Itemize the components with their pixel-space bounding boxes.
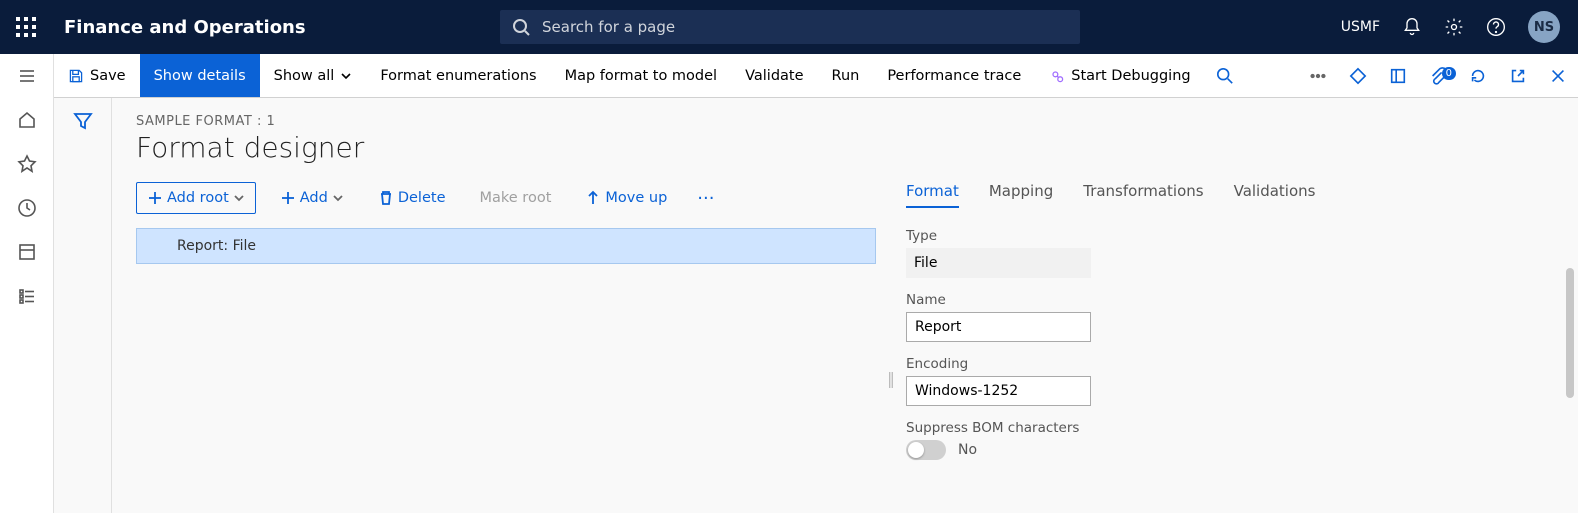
map-format-button[interactable]: Map format to model (551, 54, 732, 97)
add-root-button[interactable]: Add root (136, 182, 256, 214)
bell-icon[interactable] (1402, 17, 1422, 37)
close-icon (1549, 67, 1567, 85)
attachments-button[interactable]: 0 (1418, 67, 1458, 85)
field-encoding: Encoding (906, 356, 1544, 406)
tree-panel: Add root Add Delete Make root (136, 182, 876, 474)
encoding-input[interactable] (906, 376, 1091, 406)
scrollbar[interactable] (1566, 268, 1574, 398)
breadcrumb: SAMPLE FORMAT : 1 (136, 114, 1554, 129)
close-button[interactable] (1538, 67, 1578, 85)
filter-icon[interactable] (72, 110, 94, 132)
company-code[interactable]: USMF (1341, 19, 1380, 35)
add-button[interactable]: Add (270, 182, 354, 214)
command-bar: Save Show details Show all Format enumer… (0, 54, 1578, 98)
plus-icon (147, 190, 163, 206)
workspaces-icon[interactable] (17, 242, 37, 262)
hamburger-icon[interactable] (17, 66, 37, 86)
tab-mapping[interactable]: Mapping (989, 176, 1053, 208)
encoding-label: Encoding (906, 356, 1544, 372)
trash-icon (378, 190, 394, 206)
header-right: USMF NS (1341, 11, 1568, 43)
gear-icon[interactable] (1444, 17, 1464, 37)
bom-value: No (958, 442, 977, 458)
show-details-label: Show details (154, 68, 246, 84)
delete-button[interactable]: Delete (368, 182, 456, 214)
tree-more-button[interactable]: ··· (691, 188, 720, 209)
chevron-down-icon (340, 70, 352, 82)
search-icon (1216, 67, 1234, 85)
star-icon[interactable] (17, 154, 37, 174)
save-button[interactable]: Save (54, 54, 140, 97)
more-button[interactable] (1298, 67, 1338, 85)
attachments-badge: 0 (1442, 67, 1456, 80)
refresh-button[interactable] (1458, 67, 1498, 85)
bom-toggle[interactable] (906, 440, 946, 460)
performance-trace-button[interactable]: Performance trace (873, 54, 1035, 97)
refresh-icon (1469, 67, 1487, 85)
avatar[interactable]: NS (1528, 11, 1560, 43)
search-placeholder: Search for a page (542, 18, 675, 36)
save-icon (68, 68, 84, 84)
make-root-button: Make root (470, 182, 562, 214)
top-header: Finance and Operations Search for a page… (0, 0, 1578, 54)
chevron-down-icon (332, 192, 344, 204)
modules-icon[interactable] (17, 286, 37, 306)
more-icon (1309, 67, 1327, 85)
name-label: Name (906, 292, 1544, 308)
tab-format[interactable]: Format (906, 176, 959, 208)
search-icon (512, 18, 530, 36)
move-up-button[interactable]: Move up (575, 182, 677, 214)
home-icon[interactable] (17, 110, 37, 130)
main: SAMPLE FORMAT : 1 Format designer Add ro… (112, 98, 1578, 513)
props-tabs: Format Mapping Transformations Validatio… (906, 176, 1544, 208)
properties-panel: Format Mapping Transformations Validatio… (906, 182, 1554, 474)
popout-icon (1509, 67, 1527, 85)
waffle-icon[interactable] (16, 17, 36, 37)
tree-row-report[interactable]: Report: File (136, 228, 876, 264)
chevron-down-icon (233, 192, 245, 204)
search-input[interactable]: Search for a page (500, 10, 1080, 44)
validate-button[interactable]: Validate (731, 54, 817, 97)
recent-icon[interactable] (17, 198, 37, 218)
run-button[interactable]: Run (818, 54, 874, 97)
tree-toolbar: Add root Add Delete Make root (136, 182, 876, 214)
type-value: File (906, 248, 1091, 278)
show-all-label: Show all (274, 68, 335, 84)
bom-label: Suppress BOM characters (906, 420, 1544, 436)
type-label: Type (906, 228, 1544, 244)
show-details-button[interactable]: Show details (140, 54, 260, 97)
plus-icon (280, 190, 296, 206)
help-icon[interactable] (1486, 17, 1506, 37)
find-button[interactable] (1205, 54, 1245, 97)
field-bom: Suppress BOM characters No (906, 420, 1544, 460)
columns: Add root Add Delete Make root (136, 182, 1554, 474)
body: SAMPLE FORMAT : 1 Format designer Add ro… (54, 98, 1578, 513)
splitter[interactable]: ‖ (886, 182, 896, 474)
office-button[interactable] (1378, 67, 1418, 85)
page-title: Format designer (136, 131, 1554, 164)
format-enumerations-button[interactable]: Format enumerations (366, 54, 550, 97)
start-debugging-button[interactable]: Start Debugging (1035, 54, 1204, 97)
debug-icon (1049, 68, 1065, 84)
save-label: Save (90, 68, 126, 84)
diamond-button[interactable] (1338, 67, 1378, 85)
tab-transformations[interactable]: Transformations (1083, 176, 1203, 208)
left-rail (0, 54, 54, 513)
diamond-icon (1349, 67, 1367, 85)
arrow-up-icon (585, 190, 601, 206)
name-input[interactable] (906, 312, 1091, 342)
tab-validations[interactable]: Validations (1234, 176, 1316, 208)
filter-column (54, 98, 112, 513)
field-type: Type File (906, 228, 1544, 278)
show-all-button[interactable]: Show all (260, 54, 367, 97)
app-title: Finance and Operations (64, 17, 306, 38)
toolbar-right: 0 (1298, 54, 1578, 97)
office-icon (1389, 67, 1407, 85)
popout-button[interactable] (1498, 67, 1538, 85)
field-name: Name (906, 292, 1544, 342)
